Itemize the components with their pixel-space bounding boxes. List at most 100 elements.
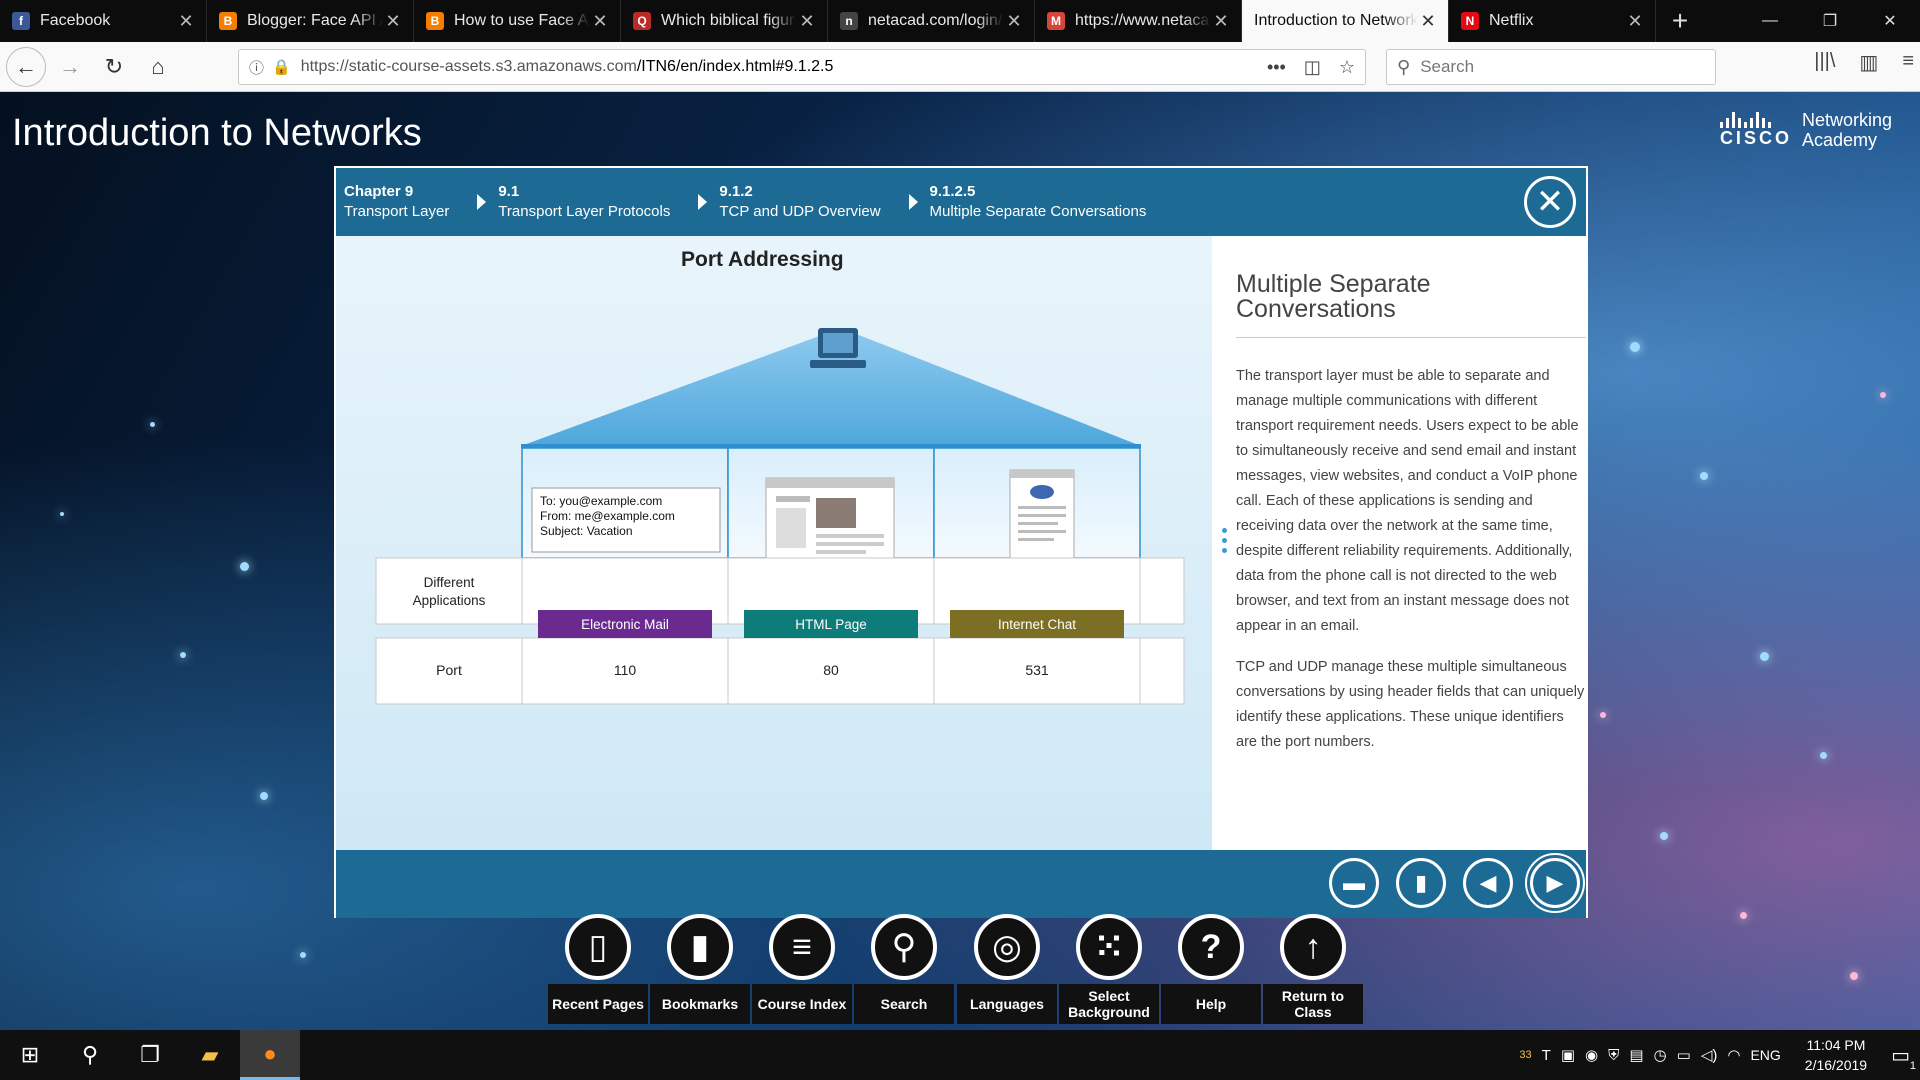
star-icon[interactable]: ☆ — [1339, 57, 1355, 78]
toolbar-label: Recent Pages — [548, 984, 648, 1024]
url-text[interactable]: https://static-course-assets.s3.amazonaw… — [301, 58, 1267, 76]
toolbar-button-help[interactable]: ? Help — [1161, 914, 1261, 1024]
browser-tab[interactable]: Q Which biblical figur ✕ — [621, 0, 828, 42]
window-controls: — ❐ ✕ — [1740, 0, 1920, 42]
safari-icon[interactable]: ◷ — [1654, 1046, 1667, 1064]
background-light-dot — [1700, 472, 1708, 480]
volume-icon[interactable]: ◁) — [1701, 1046, 1718, 1064]
toolbar-button-course-index[interactable]: ≡ Course Index — [752, 914, 852, 1024]
port-addressing-diagram — [375, 328, 1185, 705]
language-indicator[interactable]: ENG — [1750, 1047, 1780, 1063]
toolbar-button-return-to-class[interactable]: ↑ Return to Class — [1263, 914, 1363, 1024]
search-icon[interactable]: ⚲ — [60, 1030, 120, 1080]
email-to-line: To: you@example.com — [540, 494, 663, 508]
close-tab-icon[interactable]: ✕ — [1004, 11, 1024, 32]
pocket-icon[interactable]: ◫ — [1304, 57, 1321, 78]
next-page-button[interactable]: ▶ — [1525, 853, 1585, 913]
toolbar-button-select-background[interactable]: ⁙ Select Background — [1059, 914, 1159, 1024]
browser-tab[interactable]: n netacad.com/login/✕ — [828, 0, 1035, 42]
breadcrumb-item-section[interactable]: 9.1 Transport Layer Protocols — [477, 182, 670, 222]
background-light-dot — [1880, 392, 1886, 398]
action-center-icon[interactable]: ▭ 1 — [1891, 1043, 1916, 1072]
tab-title: https://www.netacad — [1075, 12, 1211, 29]
toolbar-button-bookmarks[interactable]: ▮ Bookmarks — [650, 914, 750, 1024]
breadcrumb-item-topic[interactable]: 9.1.2 TCP and UDP Overview — [698, 182, 881, 222]
chevron-right-icon — [908, 194, 918, 210]
close-tab-icon[interactable]: ✕ — [1625, 11, 1645, 32]
teams-icon[interactable]: T — [1542, 1047, 1551, 1064]
toolbar-button-search[interactable]: ⚲ Search — [854, 914, 954, 1024]
bookmark-button[interactable]: ▮ — [1396, 858, 1446, 908]
bookmark-icon: ▮ — [1414, 870, 1428, 895]
site-info-icon[interactable]: ⓘ — [249, 57, 264, 78]
browser-tab[interactable]: B How to use Face AP ✕ — [414, 0, 621, 42]
email-subject-line: Subject: Vacation — [540, 524, 633, 538]
comment-button[interactable]: ▬ — [1329, 858, 1379, 908]
gmail-icon: M — [1047, 12, 1065, 30]
tab-title: How to use Face AP — [454, 12, 590, 29]
browser-tab[interactable]: Introduction to Network ✕ — [1242, 0, 1449, 42]
close-window-icon[interactable]: ✕ — [1860, 0, 1920, 42]
close-tab-icon[interactable]: ✕ — [1211, 11, 1231, 32]
tab-title: Facebook — [40, 12, 111, 29]
tab-title: netacad.com/login/ — [868, 12, 1003, 29]
forward-arrow-icon[interactable]: → — [50, 47, 90, 87]
background-light-dot — [240, 562, 249, 571]
previous-page-button[interactable]: ◀ — [1463, 858, 1513, 908]
back-arrow-icon[interactable]: ← — [6, 46, 46, 87]
system-tray: 33 T ▣ ◉ ⛨ ▤ ◷ ▭ ◁) ◠ ENG 11:04 PM 2/16/… — [1519, 1035, 1920, 1075]
hamburger-menu-icon[interactable]: ≡ — [1902, 50, 1914, 75]
netflix-icon: N — [1461, 12, 1479, 30]
scroll-handle-icon[interactable] — [1222, 528, 1228, 558]
browser-tab[interactable]: Mhttps://www.netacad ✕ — [1035, 0, 1242, 42]
close-course-button[interactable]: ✕ — [1524, 176, 1576, 228]
windows-start-icon[interactable]: ⊞ — [0, 1030, 60, 1080]
course-toolbar: ▯ Recent Pages ▮ Bookmarks ≡ Course Index ⚲ Sea… — [0, 914, 1920, 1030]
close-tab-icon[interactable]: ✕ — [383, 11, 403, 32]
wifi-icon[interactable]: ◠ — [1727, 1046, 1740, 1064]
battery-icon[interactable]: ▭ — [1677, 1046, 1691, 1064]
firefox-icon[interactable]: ● — [240, 1030, 300, 1080]
windows-taskbar: ⊞ ⚲ ❐ ▰ ● 33 T ▣ ◉ ⛨ ▤ ◷ ▭ ◁) ◠ ENG 11:0… — [0, 1030, 1920, 1080]
close-tab-icon[interactable]: ✕ — [1418, 11, 1438, 32]
toolbar-button-recent-pages[interactable]: ▯ Recent Pages — [548, 914, 648, 1024]
close-tab-icon[interactable]: ✕ — [590, 11, 610, 32]
course-window: Chapter 9 Transport Layer 9.1 Transport La… — [334, 166, 1588, 918]
toolbar-label: Search — [854, 984, 954, 1024]
port-value-html: 80 — [823, 662, 839, 678]
tray-app-icon[interactable]: ▣ — [1561, 1046, 1575, 1064]
breadcrumb: Chapter 9 Transport Layer 9.1 Transport La… — [336, 168, 1586, 236]
page-actions-icon[interactable]: ••• — [1267, 57, 1286, 78]
home-icon[interactable]: ⌂ — [138, 47, 178, 87]
browser-tab[interactable]: f Facebook ✕ — [0, 0, 207, 42]
arrow-right-icon: ▶ — [1546, 870, 1564, 895]
shield-icon[interactable]: ⛨ — [1608, 1047, 1619, 1064]
restore-icon[interactable]: ❐ — [1800, 0, 1860, 42]
close-tab-icon[interactable]: ✕ — [797, 11, 817, 32]
background-light-dot — [1760, 652, 1769, 661]
browser-tab[interactable]: B Blogger: Face API A ✕ — [207, 0, 414, 42]
task-view-icon[interactable]: ❐ — [120, 1030, 180, 1080]
cisco-logo: CISCO Networking Academy — [1719, 110, 1892, 150]
notification-count: 33 — [1519, 1049, 1532, 1061]
quora-icon: Q — [633, 12, 651, 30]
reload-icon[interactable]: ↻ — [94, 47, 134, 87]
library-icon[interactable]: |||\ — [1814, 50, 1835, 75]
url-bar[interactable]: ⓘ 🔒 https://static-course-assets.s3.amaz… — [238, 49, 1366, 85]
file-explorer-icon[interactable]: ▰ — [180, 1030, 240, 1080]
app-label-html: HTML Page — [744, 610, 918, 638]
minimize-icon[interactable]: — — [1740, 0, 1800, 42]
tray-app-icon[interactable]: ▤ — [1629, 1046, 1643, 1064]
clock[interactable]: 11:04 PM 2/16/2019 — [1805, 1035, 1867, 1075]
record-icon[interactable]: ◉ — [1585, 1046, 1598, 1064]
background-light-dot — [60, 512, 64, 516]
new-tab-button[interactable]: + — [1656, 0, 1704, 42]
close-tab-icon[interactable]: ✕ — [176, 11, 196, 32]
port-value-email: 110 — [613, 662, 637, 678]
toolbar-button-languages[interactable]: ◎ Languages — [957, 914, 1057, 1024]
browser-tab[interactable]: N Netflix ✕ — [1449, 0, 1656, 42]
sidebar-icon[interactable]: ▥ — [1859, 50, 1878, 75]
cisco-bars-icon — [1719, 111, 1792, 128]
breadcrumb-item-chapter[interactable]: Chapter 9 Transport Layer — [344, 182, 449, 222]
search-input[interactable]: ⚲ Search — [1386, 49, 1716, 85]
